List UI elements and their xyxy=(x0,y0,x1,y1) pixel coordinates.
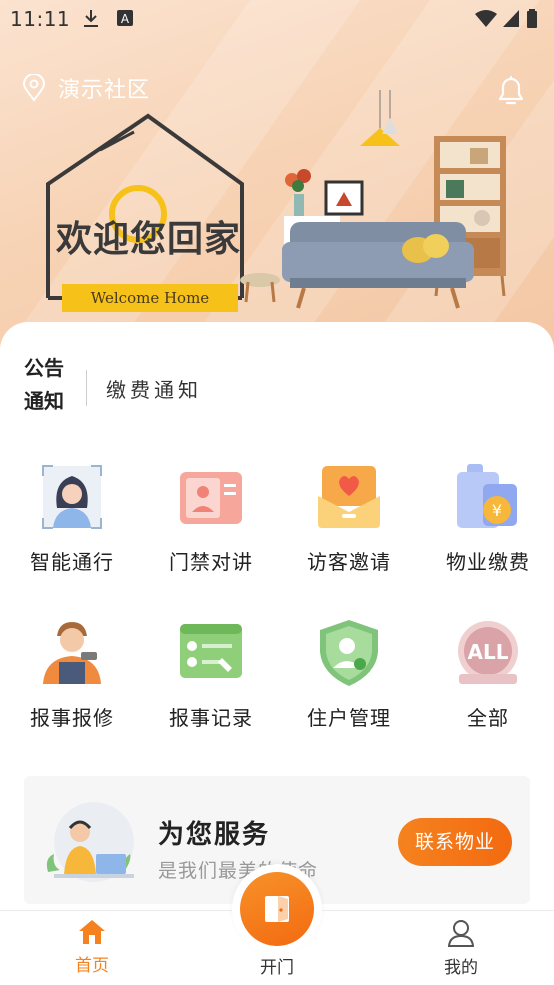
grid-label: 访客邀请 xyxy=(307,550,391,574)
service-title: 为您服务 xyxy=(158,820,271,850)
notice-text[interactable]: 缴费通知 xyxy=(106,374,202,403)
welcome-ribbon: Welcome Home xyxy=(62,284,238,312)
status-bar: 11:11 A xyxy=(0,0,554,40)
grid-label: 报事报修 xyxy=(30,706,114,730)
door-icon xyxy=(265,896,289,922)
download-icon xyxy=(84,10,98,27)
svg-text:ALL: ALL xyxy=(468,640,509,664)
grid-item-repair[interactable]: 报事报修 xyxy=(3,618,141,731)
tab-label: 首页 xyxy=(75,956,109,976)
content-card: 公告通知 缴费通知 智能通行 门禁对讲 访客邀请 ¥ 物业缴费 报事报修 报事记… xyxy=(0,322,554,942)
payment-yen-icon: ¥ xyxy=(457,464,517,528)
header-banner: 11:11 A 演示社区 欢迎您回家 Welcome Home xyxy=(0,0,554,360)
contact-property-button[interactable]: 联系物业 xyxy=(398,818,512,866)
grid-label: 报事记录 xyxy=(169,706,253,730)
tab-open-label-wrap: 开门 xyxy=(227,951,327,978)
record-checklist-icon xyxy=(180,624,242,678)
grid-label: 物业缴费 xyxy=(446,550,530,574)
grid-label: 全部 xyxy=(467,706,509,730)
grid-label: 住户管理 xyxy=(307,706,391,730)
customer-service-illustration xyxy=(46,802,134,882)
grid-item-all[interactable]: ALL 全部 xyxy=(419,618,554,731)
face-recognition-icon xyxy=(42,465,102,529)
grid-item-repair-records[interactable]: 报事记录 xyxy=(142,618,280,731)
notice-label: 公告通知 xyxy=(24,356,64,413)
grid-item-visitor-invite[interactable]: 访客邀请 xyxy=(280,462,418,575)
community-selector[interactable]: 演示社区 xyxy=(22,72,150,104)
status-time: 11:11 xyxy=(10,7,71,31)
divider xyxy=(86,370,87,406)
grid-label: 智能通行 xyxy=(30,550,114,574)
living-room-illustration xyxy=(240,90,506,309)
tab-label: 我的 xyxy=(444,958,478,978)
notice-bar[interactable]: 公告通知 缴费通知 xyxy=(24,352,534,420)
open-door-button[interactable] xyxy=(240,872,314,946)
wifi-icon xyxy=(475,10,497,27)
signal-icon xyxy=(503,10,519,27)
grid-item-smart-access[interactable]: 智能通行 xyxy=(3,462,141,575)
battery-icon xyxy=(527,9,537,28)
grid-item-property-payment[interactable]: ¥ 物业缴费 xyxy=(419,462,554,575)
repair-worker-icon xyxy=(43,622,101,684)
user-icon xyxy=(447,920,475,947)
svg-text:¥: ¥ xyxy=(492,501,502,520)
community-name: 演示社区 xyxy=(58,78,151,103)
all-icon: ALL xyxy=(458,621,518,684)
font-app-icon: A xyxy=(117,10,133,26)
tab-home[interactable]: 首页 xyxy=(42,919,142,976)
grid-item-resident-management[interactable]: 住户管理 xyxy=(280,618,418,731)
resident-shield-icon xyxy=(320,620,378,686)
welcome-title: 欢迎您回家 xyxy=(56,218,242,260)
intercom-card-icon xyxy=(180,472,242,524)
location-pin-icon xyxy=(22,74,46,102)
invitation-envelope-icon xyxy=(318,466,380,528)
tab-label: 开门 xyxy=(260,958,294,978)
grid-item-intercom[interactable]: 门禁对讲 xyxy=(142,462,280,575)
home-icon xyxy=(79,920,105,944)
svg-text:A: A xyxy=(121,12,130,26)
tab-me[interactable]: 我的 xyxy=(411,919,511,978)
grid-label: 门禁对讲 xyxy=(169,550,253,574)
